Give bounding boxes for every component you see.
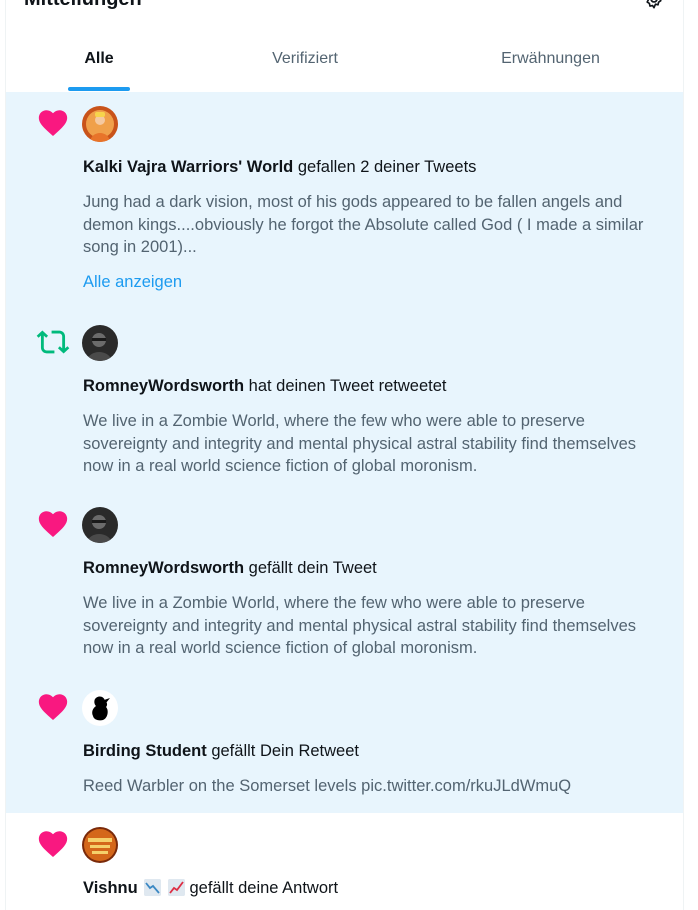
heart-icon [36,690,70,724]
action-text: gefällt Dein Retweet [211,742,359,760]
notification-headline: RomneyWordsworth hat deinen Tweet retwee… [83,375,446,397]
notification-item[interactable]: Birding Student gefällt Dein Retweet Ree… [6,676,683,814]
avatar[interactable] [82,827,118,863]
tweet-text: We live in a Zombie World, where the few… [83,594,637,657]
chart-decreasing-emoji [144,879,162,896]
action-text: gefällt deine Antwort [189,879,339,897]
tab-alle[interactable]: Alle [6,26,192,92]
tab-bar: Alle Verifiziert Erwähnungen [6,26,683,93]
notifications-panel: Mitteilungen Alle Verifiziert Erwähnunge… [5,0,684,910]
tab-verifiziert[interactable]: Verifiziert [192,26,418,92]
notification-headline: Kalki Vajra Warriors' World gefallen 2 d… [83,156,476,178]
header: Mitteilungen [6,0,683,26]
tweet-text: Reed Warbler on the Somerset levels pic.… [83,777,572,795]
actor-name[interactable]: Kalki Vajra Warriors' World [83,158,293,176]
chart-increasing-emoji [167,879,185,896]
heart-icon [36,507,70,541]
action-text: gefällt dein Tweet [248,559,377,577]
show-all-link[interactable]: Alle anzeigen [83,273,182,292]
active-tab-indicator [68,87,130,91]
notification-item[interactable]: RomneyWordsworth gefällt dein Tweet We l… [6,493,683,677]
notification-headline: Vishnu gefällt deine Antwort [83,877,338,899]
notification-headline: RomneyWordsworth gefällt dein Tweet [83,557,377,579]
avatar[interactable] [82,325,118,361]
actor-name[interactable]: Vishnu [83,879,138,897]
actor-name[interactable]: RomneyWordsworth [83,559,244,577]
gear-icon[interactable] [643,0,665,10]
tweet-text: We live in a Zombie World, where the few… [83,412,637,475]
tab-label: Alle [84,50,114,67]
notification-item[interactable]: RomneyWordsworth hat deinen Tweet retwee… [6,311,683,494]
avatar[interactable] [82,507,118,543]
notification-item[interactable]: Kalki Vajra Warriors' World gefallen 2 d… [6,92,683,312]
actor-name[interactable]: RomneyWordsworth [83,377,244,395]
avatar[interactable] [82,106,118,142]
actor-name[interactable]: Birding Student [83,742,207,760]
tab-erwaehnungen[interactable]: Erwähnungen [418,26,683,92]
heart-icon [36,106,70,140]
retweet-icon [36,325,70,359]
avatar[interactable] [82,690,118,726]
action-text: gefallen 2 deiner Tweets [297,158,477,176]
tab-label: Erwähnungen [501,50,600,67]
tab-label: Verifiziert [272,50,338,67]
heart-icon [36,827,70,861]
notification-headline: Birding Student gefällt Dein Retweet [83,740,359,762]
action-text: hat deinen Tweet retweetet [248,377,447,395]
tweet-text: Jung had a dark vision, most of his gods… [83,193,644,256]
notification-item[interactable]: Vishnu gefällt deine Antwort [6,813,683,910]
page-title: Mitteilungen [24,0,142,11]
